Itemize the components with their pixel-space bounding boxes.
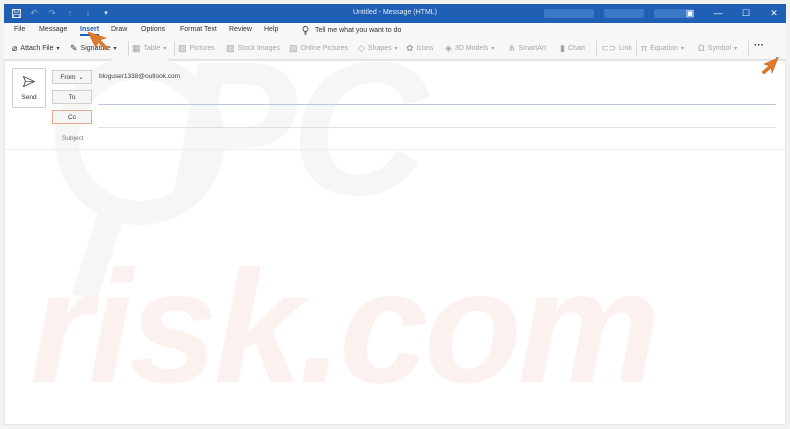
smartart-label: SmartArt bbox=[518, 45, 547, 52]
from-button[interactable]: From ⌄ bbox=[52, 70, 92, 84]
divider bbox=[636, 41, 637, 56]
chart-label: Chart bbox=[567, 45, 586, 52]
to-label: To bbox=[68, 93, 76, 101]
maximize-button[interactable]: ☐ bbox=[740, 7, 752, 19]
chart-button[interactable]: ▮ Chart bbox=[560, 43, 585, 54]
chevron-down-icon: ⌄ bbox=[78, 74, 84, 81]
link-icon: ⊂⊃ bbox=[601, 43, 617, 53]
tell-me-search[interactable]: Tell me what you want to do bbox=[302, 26, 401, 35]
link-button[interactable]: ⊂⊃ Link bbox=[601, 43, 632, 54]
chevron-down-icon: ▾ bbox=[113, 46, 117, 52]
equation-label: Equation bbox=[650, 44, 678, 52]
cc-field[interactable] bbox=[98, 127, 776, 128]
from-label: From bbox=[60, 73, 76, 81]
3d-models-label: 3D Models bbox=[454, 45, 489, 52]
chevron-down-icon: ▾ bbox=[394, 46, 398, 52]
message-body-divider bbox=[5, 149, 785, 150]
chevron-down-icon: ▾ bbox=[680, 45, 684, 52]
window-title: Untitled - Message (HTML) bbox=[352, 9, 438, 16]
chart-icon: ▮ bbox=[560, 43, 565, 53]
online-pictures-label: Online Pictures bbox=[300, 45, 348, 52]
send-label: Send bbox=[21, 93, 37, 101]
close-button[interactable]: ✕ bbox=[768, 7, 780, 19]
shapes-label: Shapes bbox=[367, 45, 392, 52]
to-button[interactable]: To bbox=[52, 90, 92, 104]
shapes-icon: ◇ bbox=[358, 43, 365, 53]
attach-file-button[interactable]: ⌀ Attach File ▾ bbox=[12, 43, 60, 54]
symbol-label: Symbol bbox=[707, 44, 732, 52]
shapes-button[interactable]: ◇ Shapes ▾ bbox=[358, 43, 398, 54]
paperclip-icon: ⌀ bbox=[12, 43, 18, 53]
divider bbox=[748, 41, 749, 56]
tab-draw[interactable]: Draw bbox=[111, 26, 127, 33]
online-pictures-icon: ▨ bbox=[289, 43, 298, 53]
send-icon bbox=[22, 75, 36, 90]
picture-icon: ▨ bbox=[178, 43, 187, 53]
table-button[interactable]: ▦ Table ▾ bbox=[132, 43, 166, 54]
send-button[interactable]: Send bbox=[12, 68, 46, 108]
online-pictures-button[interactable]: ▨ Online Pictures bbox=[289, 43, 348, 54]
chevron-down-icon: ▾ bbox=[163, 46, 167, 52]
symbol-button[interactable]: Ω Symbol ▾ bbox=[698, 43, 737, 53]
outlook-window: ↶ ↷ ↑ ↓ ▾ Untitled - Message (HTML) ▣ — … bbox=[0, 0, 790, 429]
tab-review[interactable]: Review bbox=[229, 26, 252, 33]
title-bar: ↶ ↷ ↑ ↓ ▾ Untitled - Message (HTML) ▣ — … bbox=[4, 4, 786, 23]
tab-file[interactable]: File bbox=[14, 26, 25, 33]
more-options-button[interactable]: ··· bbox=[754, 40, 764, 51]
tab-options[interactable]: Options bbox=[141, 26, 165, 33]
table-icon: ▦ bbox=[132, 43, 141, 53]
restore-ribbon-icon[interactable]: ▣ bbox=[684, 7, 696, 19]
icons-label: Icons bbox=[416, 45, 434, 52]
stock-images-button[interactable]: ▨ Stock Images bbox=[226, 43, 280, 54]
minimize-button[interactable]: — bbox=[712, 7, 724, 19]
table-label: Table bbox=[143, 45, 161, 52]
divider bbox=[596, 41, 597, 56]
from-address: bloguser1338@outlook.com bbox=[99, 73, 181, 80]
annotation-arrow-icon bbox=[87, 31, 109, 51]
cc-label: Cc bbox=[68, 113, 76, 121]
attach-file-label: Attach File bbox=[20, 45, 54, 52]
chevron-down-icon: ▾ bbox=[491, 46, 495, 52]
annotation-arrow-icon bbox=[761, 57, 779, 74]
equation-button[interactable]: π Equation ▾ bbox=[641, 43, 684, 53]
link-label: Link bbox=[619, 45, 632, 52]
subject-field[interactable]: Subject bbox=[62, 135, 84, 142]
pi-icon: π bbox=[641, 43, 648, 53]
tell-me-label: Tell me what you want to do bbox=[315, 27, 402, 34]
signature-icon: ✎ bbox=[70, 43, 78, 53]
3d-models-button[interactable]: ◈ 3D Models ▾ bbox=[445, 43, 494, 54]
tab-message[interactable]: Message bbox=[39, 26, 67, 33]
chevron-down-icon: ▾ bbox=[56, 46, 60, 52]
cc-button[interactable]: Cc bbox=[52, 110, 92, 124]
chevron-down-icon: ▾ bbox=[734, 45, 738, 52]
window-controls: ▣ — ☐ ✕ bbox=[684, 7, 780, 19]
divider bbox=[128, 41, 129, 56]
tab-format-text[interactable]: Format Text bbox=[180, 26, 217, 33]
tab-help[interactable]: Help bbox=[264, 26, 278, 33]
icons-icon: ✿ bbox=[406, 43, 414, 53]
to-field[interactable] bbox=[98, 104, 776, 105]
divider bbox=[174, 41, 175, 56]
pictures-label: Pictures bbox=[189, 45, 215, 52]
menu-bar: File Message Insert Draw Options Format … bbox=[4, 23, 786, 38]
smartart-icon: ⋔ bbox=[508, 43, 516, 53]
smartart-button[interactable]: ⋔ SmartArt bbox=[508, 43, 546, 54]
icons-button[interactable]: ✿ Icons bbox=[406, 43, 433, 54]
stock-images-label: Stock Images bbox=[237, 45, 280, 52]
omega-icon: Ω bbox=[698, 43, 705, 53]
stock-images-icon: ▨ bbox=[226, 43, 235, 53]
pictures-button[interactable]: ▨ Pictures bbox=[178, 43, 215, 54]
cube-icon: ◈ bbox=[445, 43, 452, 53]
lightbulb-icon bbox=[302, 26, 309, 35]
